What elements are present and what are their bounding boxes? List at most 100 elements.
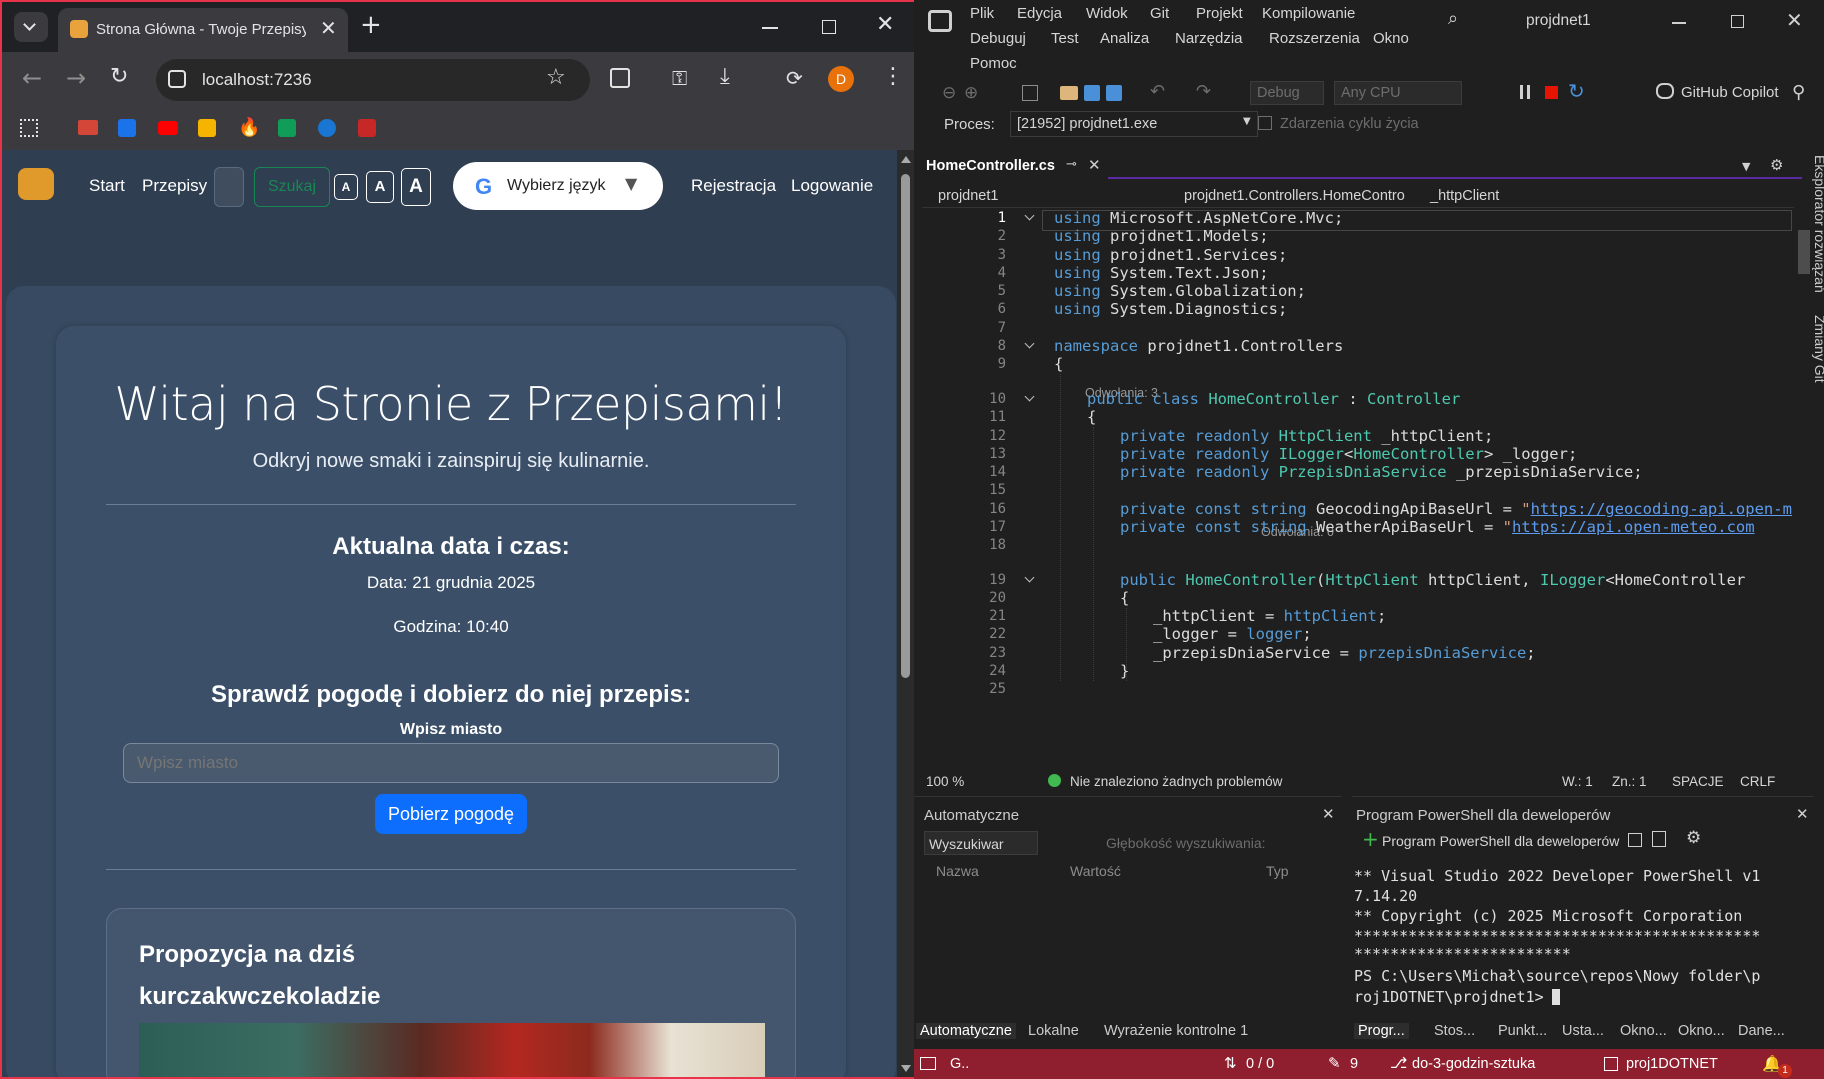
paste-icon[interactable] — [1652, 831, 1666, 847]
stop-icon[interactable] — [1545, 86, 1558, 99]
bookmark-green-icon[interactable] — [278, 119, 296, 137]
spaces-indicator[interactable]: SPACJE — [1672, 774, 1724, 789]
site-info-icon[interactable] — [168, 70, 186, 88]
project-nav[interactable]: projdnet1 — [938, 188, 998, 204]
globe-icon[interactable] — [318, 119, 336, 137]
issues-status[interactable]: Nie znaleziono żadnych problemów — [1070, 774, 1282, 789]
page-scrollbar[interactable] — [897, 150, 914, 1077]
scroll-down-icon[interactable] — [901, 1065, 911, 1072]
menu-item[interactable]: Widok — [1086, 5, 1128, 22]
copy-icon[interactable] — [1628, 833, 1642, 847]
menu-item[interactable]: Kompilowanie — [1262, 5, 1355, 22]
close-tab-icon[interactable]: ✕ — [1088, 156, 1101, 174]
nav-recipes-link[interactable]: Przepisy — [142, 176, 207, 196]
font-small-button[interactable]: A — [334, 174, 358, 200]
tab-watch[interactable]: Wyrażenie kontrolne 1 — [1104, 1023, 1248, 1039]
lifecycle-events[interactable]: Zdarzenia cyklu życia — [1280, 116, 1419, 132]
menu-dots-icon[interactable]: ⋮ — [882, 64, 904, 89]
outlook-icon[interactable] — [118, 119, 136, 137]
close-tab-icon[interactable]: ✕ — [320, 16, 337, 40]
pin-icon[interactable]: ⊸ — [1066, 157, 1077, 172]
menu-item[interactable]: Debuguj — [970, 30, 1026, 47]
editor-scrollbar[interactable] — [1794, 210, 1814, 770]
undo-icon[interactable]: ↶ — [1150, 81, 1165, 102]
address-bar[interactable]: localhost:7236 ☆ — [156, 59, 590, 101]
tab-home[interactable]: Strona Główna - Twoje Przepisy ✕ — [58, 8, 348, 52]
nav-back-icon[interactable]: ⊖ — [942, 83, 956, 103]
git-changes-count[interactable]: 0 / 0 — [1246, 1056, 1274, 1072]
scroll-thumb[interactable] — [901, 174, 910, 678]
restart-icon[interactable]: ↻ — [1568, 79, 1585, 103]
menu-item[interactable]: Git — [1150, 5, 1169, 22]
reload-icon[interactable]: ↻ — [110, 64, 128, 89]
maximize-icon[interactable] — [1731, 15, 1744, 28]
password-key-icon[interactable]: ⚿ — [672, 66, 687, 90]
close-pane-icon[interactable]: ✕ — [1322, 805, 1335, 823]
eol-indicator[interactable]: CRLF — [1740, 774, 1775, 789]
close-window-icon[interactable]: ✕ — [876, 12, 894, 37]
search-input[interactable] — [214, 167, 244, 207]
menu-item[interactable]: Okno — [1373, 30, 1409, 47]
tab-autos[interactable]: Automatyczne — [916, 1023, 1016, 1039]
menu-item[interactable]: Narzędzia — [1175, 30, 1243, 47]
maximize-icon[interactable] — [822, 20, 836, 34]
site-logo-icon[interactable] — [18, 168, 54, 200]
menu-item[interactable]: Pomoc — [970, 55, 1017, 72]
minimize-icon[interactable] — [762, 27, 778, 29]
menu-item[interactable]: Test — [1051, 30, 1079, 47]
tab-overflow-icon[interactable]: ▼ — [1742, 160, 1750, 173]
collapse-chevron-icon[interactable] — [1024, 210, 1035, 221]
new-terminal-icon[interactable]: + — [1362, 827, 1379, 851]
menu-item[interactable]: Projekt — [1196, 5, 1243, 22]
tab-window-1[interactable]: Okno... — [1620, 1023, 1667, 1039]
sync-icon[interactable]: ⟳ — [786, 66, 803, 90]
tab-data[interactable]: Dane... — [1738, 1023, 1785, 1039]
tab-powershell[interactable]: Progr... — [1354, 1023, 1409, 1039]
tab-search-button[interactable] — [14, 12, 48, 42]
search-icon[interactable]: ⌕ — [1448, 8, 1458, 29]
bookmark-m-icon[interactable] — [198, 119, 216, 137]
collapse-chevron-icon[interactable] — [1024, 391, 1035, 402]
new-terminal-label[interactable]: Program PowerShell dla deweloperów — [1382, 833, 1619, 849]
city-input[interactable] — [123, 743, 779, 783]
open-folder-icon[interactable] — [1060, 86, 1078, 100]
apps-grid-icon[interactable] — [20, 119, 38, 137]
tab-exception-settings[interactable]: Usta... — [1562, 1023, 1604, 1039]
flame-icon[interactable]: 🔥 — [238, 117, 260, 138]
branch-name[interactable]: do-3-godzin-sztuka — [1412, 1056, 1535, 1072]
collapse-chevron-icon[interactable] — [1024, 572, 1035, 583]
new-project-icon[interactable] — [1022, 85, 1038, 101]
font-medium-button[interactable]: A — [366, 171, 394, 203]
youtube-icon[interactable] — [158, 121, 178, 135]
tab-window-2[interactable]: Okno... — [1678, 1023, 1725, 1039]
search-button[interactable]: Szukaj — [254, 167, 330, 207]
menu-item[interactable]: Analiza — [1100, 30, 1149, 47]
tab-breakpoints[interactable]: Punkt... — [1498, 1023, 1547, 1039]
autos-search-input[interactable]: Wyszukiwar — [924, 831, 1038, 855]
save-icon[interactable] — [1084, 85, 1100, 101]
gmail-icon[interactable] — [78, 120, 98, 135]
process-dropdown[interactable]: [21952] projdnet1.exe ▼ — [1010, 111, 1258, 137]
bookmark-w-icon[interactable] — [358, 119, 376, 137]
doc-tab-homecontroller[interactable]: HomeController.cs ⊸ ✕ — [922, 155, 1108, 179]
terminal-output[interactable]: ** Visual Studio 2022 Developer PowerShe… — [1354, 867, 1774, 1017]
scroll-up-icon[interactable] — [901, 156, 911, 163]
new-tab-icon[interactable]: + — [360, 10, 382, 40]
settings-icon[interactable]: ⚙ — [1770, 156, 1783, 174]
minimize-icon[interactable] — [1672, 22, 1686, 24]
download-icon[interactable]: ⤓ — [720, 64, 730, 89]
bookmark-star-icon[interactable]: ☆ — [546, 65, 566, 90]
nav-register-link[interactable]: Rejestracja — [691, 176, 776, 196]
tab-locals[interactable]: Lokalne — [1028, 1023, 1079, 1039]
profile-avatar[interactable]: D — [828, 66, 854, 92]
translate-select[interactable]: G Wybierz język ▼ — [453, 162, 663, 210]
class-nav[interactable]: projdnet1.Controllers.HomeContro — [1184, 188, 1405, 204]
extensions-icon[interactable] — [610, 68, 630, 88]
nav-forward-icon[interactable]: ⊕ — [964, 83, 978, 103]
account-icon[interactable]: ⚲ — [1792, 82, 1805, 103]
get-weather-button[interactable]: Pobierz pogodę — [375, 794, 527, 834]
close-window-icon[interactable]: ✕ — [1786, 8, 1803, 32]
copilot-button[interactable]: GitHub Copilot — [1681, 84, 1779, 101]
repo-name[interactable]: proj1DOTNET — [1626, 1056, 1718, 1072]
font-large-button[interactable]: A — [401, 168, 431, 206]
